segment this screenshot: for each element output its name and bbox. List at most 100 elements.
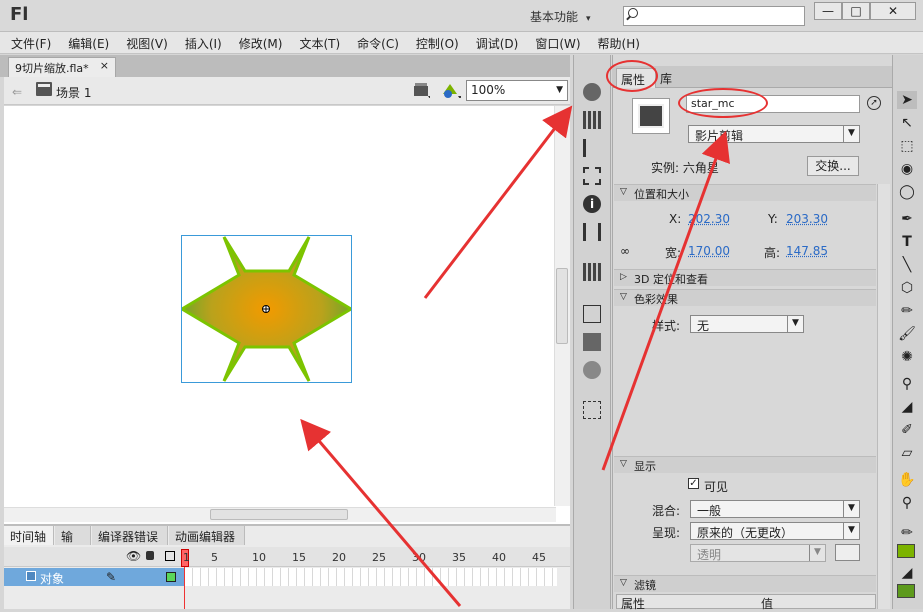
tab-library[interactable]: 库 — [660, 70, 672, 87]
bone-tool-icon[interactable]: ⚲ — [897, 375, 917, 393]
3d-rotation-icon[interactable]: ◉ — [897, 160, 917, 178]
selection-tool-icon[interactable]: ➤ — [897, 91, 917, 109]
menu-insert[interactable]: 插入(I) — [174, 32, 228, 52]
components-icon[interactable] — [583, 333, 601, 351]
align-icon[interactable] — [583, 139, 601, 157]
frame-number: 35 — [452, 551, 466, 564]
layer-color-swatch[interactable] — [166, 572, 176, 582]
y-value[interactable]: 203.30 — [786, 212, 828, 226]
stroke-color-swatch[interactable] — [897, 544, 915, 558]
menu-debug[interactable]: 调试(D) — [465, 32, 525, 52]
vertical-scroll-thumb[interactable] — [556, 268, 568, 344]
visible-checkbox[interactable]: ✓ — [688, 478, 699, 489]
maximize-button[interactable]: □ — [842, 2, 870, 20]
transparent-select[interactable]: 透明 ▼ — [690, 544, 826, 562]
text-tool-icon[interactable]: T — [897, 233, 917, 251]
back-arrow-icon[interactable]: ⇐ — [12, 85, 22, 99]
tab-motion-editor[interactable]: 动画编辑器 — [169, 526, 245, 545]
pen-icon[interactable]: ✒ — [897, 210, 917, 228]
minimize-button[interactable]: — — [814, 2, 842, 20]
render-label: 呈现: — [652, 526, 681, 540]
width-label: 宽: — [665, 246, 682, 260]
outline-icon[interactable] — [165, 551, 175, 561]
section-color-effect[interactable]: ▽ 色彩效果 — [614, 289, 876, 306]
swap-button[interactable]: 交换... — [807, 156, 859, 176]
search-input[interactable] — [642, 7, 802, 25]
color-style-select[interactable]: 无 ▼ — [690, 315, 804, 333]
edit-link-icon[interactable]: ➚ — [867, 96, 881, 110]
menu-text[interactable]: 文本(T) — [288, 32, 346, 52]
expand-triangle-icon: ▷ — [620, 272, 627, 282]
menu-edit[interactable]: 编辑(E) — [57, 32, 115, 52]
close-window-button[interactable]: ✕ — [870, 2, 916, 20]
collapse-triangle-icon: ▽ — [620, 578, 627, 588]
frame-number: 5 — [211, 551, 218, 564]
free-transform-icon[interactable]: ⬚ — [897, 137, 917, 155]
tab-compiler-errors[interactable]: 编译器错误 — [92, 526, 168, 545]
subselection-tool-icon[interactable]: ↖ — [897, 114, 917, 132]
edit-symbol-icon[interactable] — [441, 82, 461, 98]
section-position-size[interactable]: ▽ 位置和大小 — [614, 184, 876, 201]
color-palette-icon[interactable] — [583, 83, 601, 101]
render-select[interactable]: 原来的（无更改） ▼ — [690, 522, 860, 540]
fill-color-swatch[interactable] — [897, 584, 915, 598]
deco-tool-icon[interactable]: ✺ — [897, 348, 917, 366]
search-box[interactable] — [623, 6, 805, 26]
lock-icon[interactable] — [146, 551, 154, 560]
height-value[interactable]: 147.85 — [786, 244, 828, 258]
eye-icon[interactable]: 👁 — [126, 549, 141, 563]
hand-tool-icon[interactable]: ✋ — [897, 471, 917, 489]
rectangle-tool-icon[interactable]: ⬡ — [897, 279, 917, 297]
menu-window[interactable]: 窗口(W) — [524, 32, 586, 52]
edit-scene-icon[interactable] — [412, 82, 430, 98]
zoom-tool-icon[interactable]: ⚲ — [897, 494, 917, 512]
swatches-icon[interactable] — [583, 111, 601, 129]
visible-label: 可见 — [704, 480, 729, 494]
info-icon[interactable]: i — [583, 195, 601, 213]
instance-of-label: 实例: 六角星 — [651, 161, 719, 175]
lasso-icon[interactable]: ◯ — [897, 183, 917, 201]
code-snippets-icon[interactable] — [583, 223, 601, 241]
playhead-line — [184, 567, 185, 609]
properties-scrollbar[interactable] — [877, 184, 890, 609]
close-icon[interactable]: × — [100, 59, 109, 72]
paint-bucket-icon[interactable]: ◢ — [897, 398, 917, 416]
transform-icon[interactable] — [583, 167, 601, 185]
line-tool-icon[interactable]: ╲ — [897, 256, 917, 274]
eraser-icon[interactable]: ▱ — [897, 444, 917, 462]
brush-tool-icon[interactable]: 🖌 — [897, 325, 917, 343]
menu-file[interactable]: 文件(F) — [0, 32, 57, 52]
motion-presets-icon[interactable] — [583, 361, 601, 379]
menu-control[interactable]: 控制(O) — [405, 32, 465, 52]
section-filters[interactable]: ▽ 滤镜 — [614, 575, 876, 592]
link-constrain-icon[interactable]: ∞ — [620, 244, 630, 258]
project-icon[interactable] — [583, 401, 601, 419]
library-icon[interactable] — [583, 263, 601, 281]
symbol-type-select[interactable]: 影片剪辑 ▼ — [688, 125, 860, 143]
menu-commands[interactable]: 命令(C) — [346, 32, 405, 52]
section-3d-position[interactable]: ▷ 3D 定位和查看 — [614, 269, 876, 286]
pencil-tool-icon[interactable]: ✏ — [897, 302, 917, 320]
actions-icon[interactable] — [583, 305, 601, 323]
menu-help[interactable]: 帮助(H) — [587, 32, 646, 52]
section-display[interactable]: ▽ 显示 — [614, 456, 876, 473]
x-value[interactable]: 202.30 — [688, 212, 730, 226]
tab-output[interactable]: 输出 — [55, 526, 91, 561]
menu-modify[interactable]: 修改(M) — [228, 32, 289, 52]
background-color-swatch[interactable] — [835, 544, 860, 561]
eyedropper-icon[interactable]: ✐ — [897, 421, 917, 439]
zoom-select[interactable]: 100% ▼ — [466, 80, 568, 101]
layer-name[interactable]: 对象 — [40, 570, 64, 587]
menu-view[interactable]: 视图(V) — [115, 32, 174, 52]
blend-select[interactable]: 一般 ▼ — [690, 500, 860, 518]
horizontal-scroll-thumb[interactable] — [210, 509, 348, 520]
document-tab[interactable]: 9切片缩放.fla* × — [8, 57, 116, 77]
selection-bounding-box — [181, 235, 352, 383]
width-value[interactable]: 170.00 — [688, 244, 730, 258]
tab-timeline[interactable]: 时间轴 — [4, 526, 54, 545]
filter-col-property: 属性 — [621, 597, 646, 611]
workspace-switcher[interactable]: 基本功能 ▾ — [530, 8, 591, 25]
height-label: 高: — [764, 246, 781, 260]
frames-row[interactable] — [185, 568, 557, 586]
annotation-ellipse — [678, 88, 768, 118]
